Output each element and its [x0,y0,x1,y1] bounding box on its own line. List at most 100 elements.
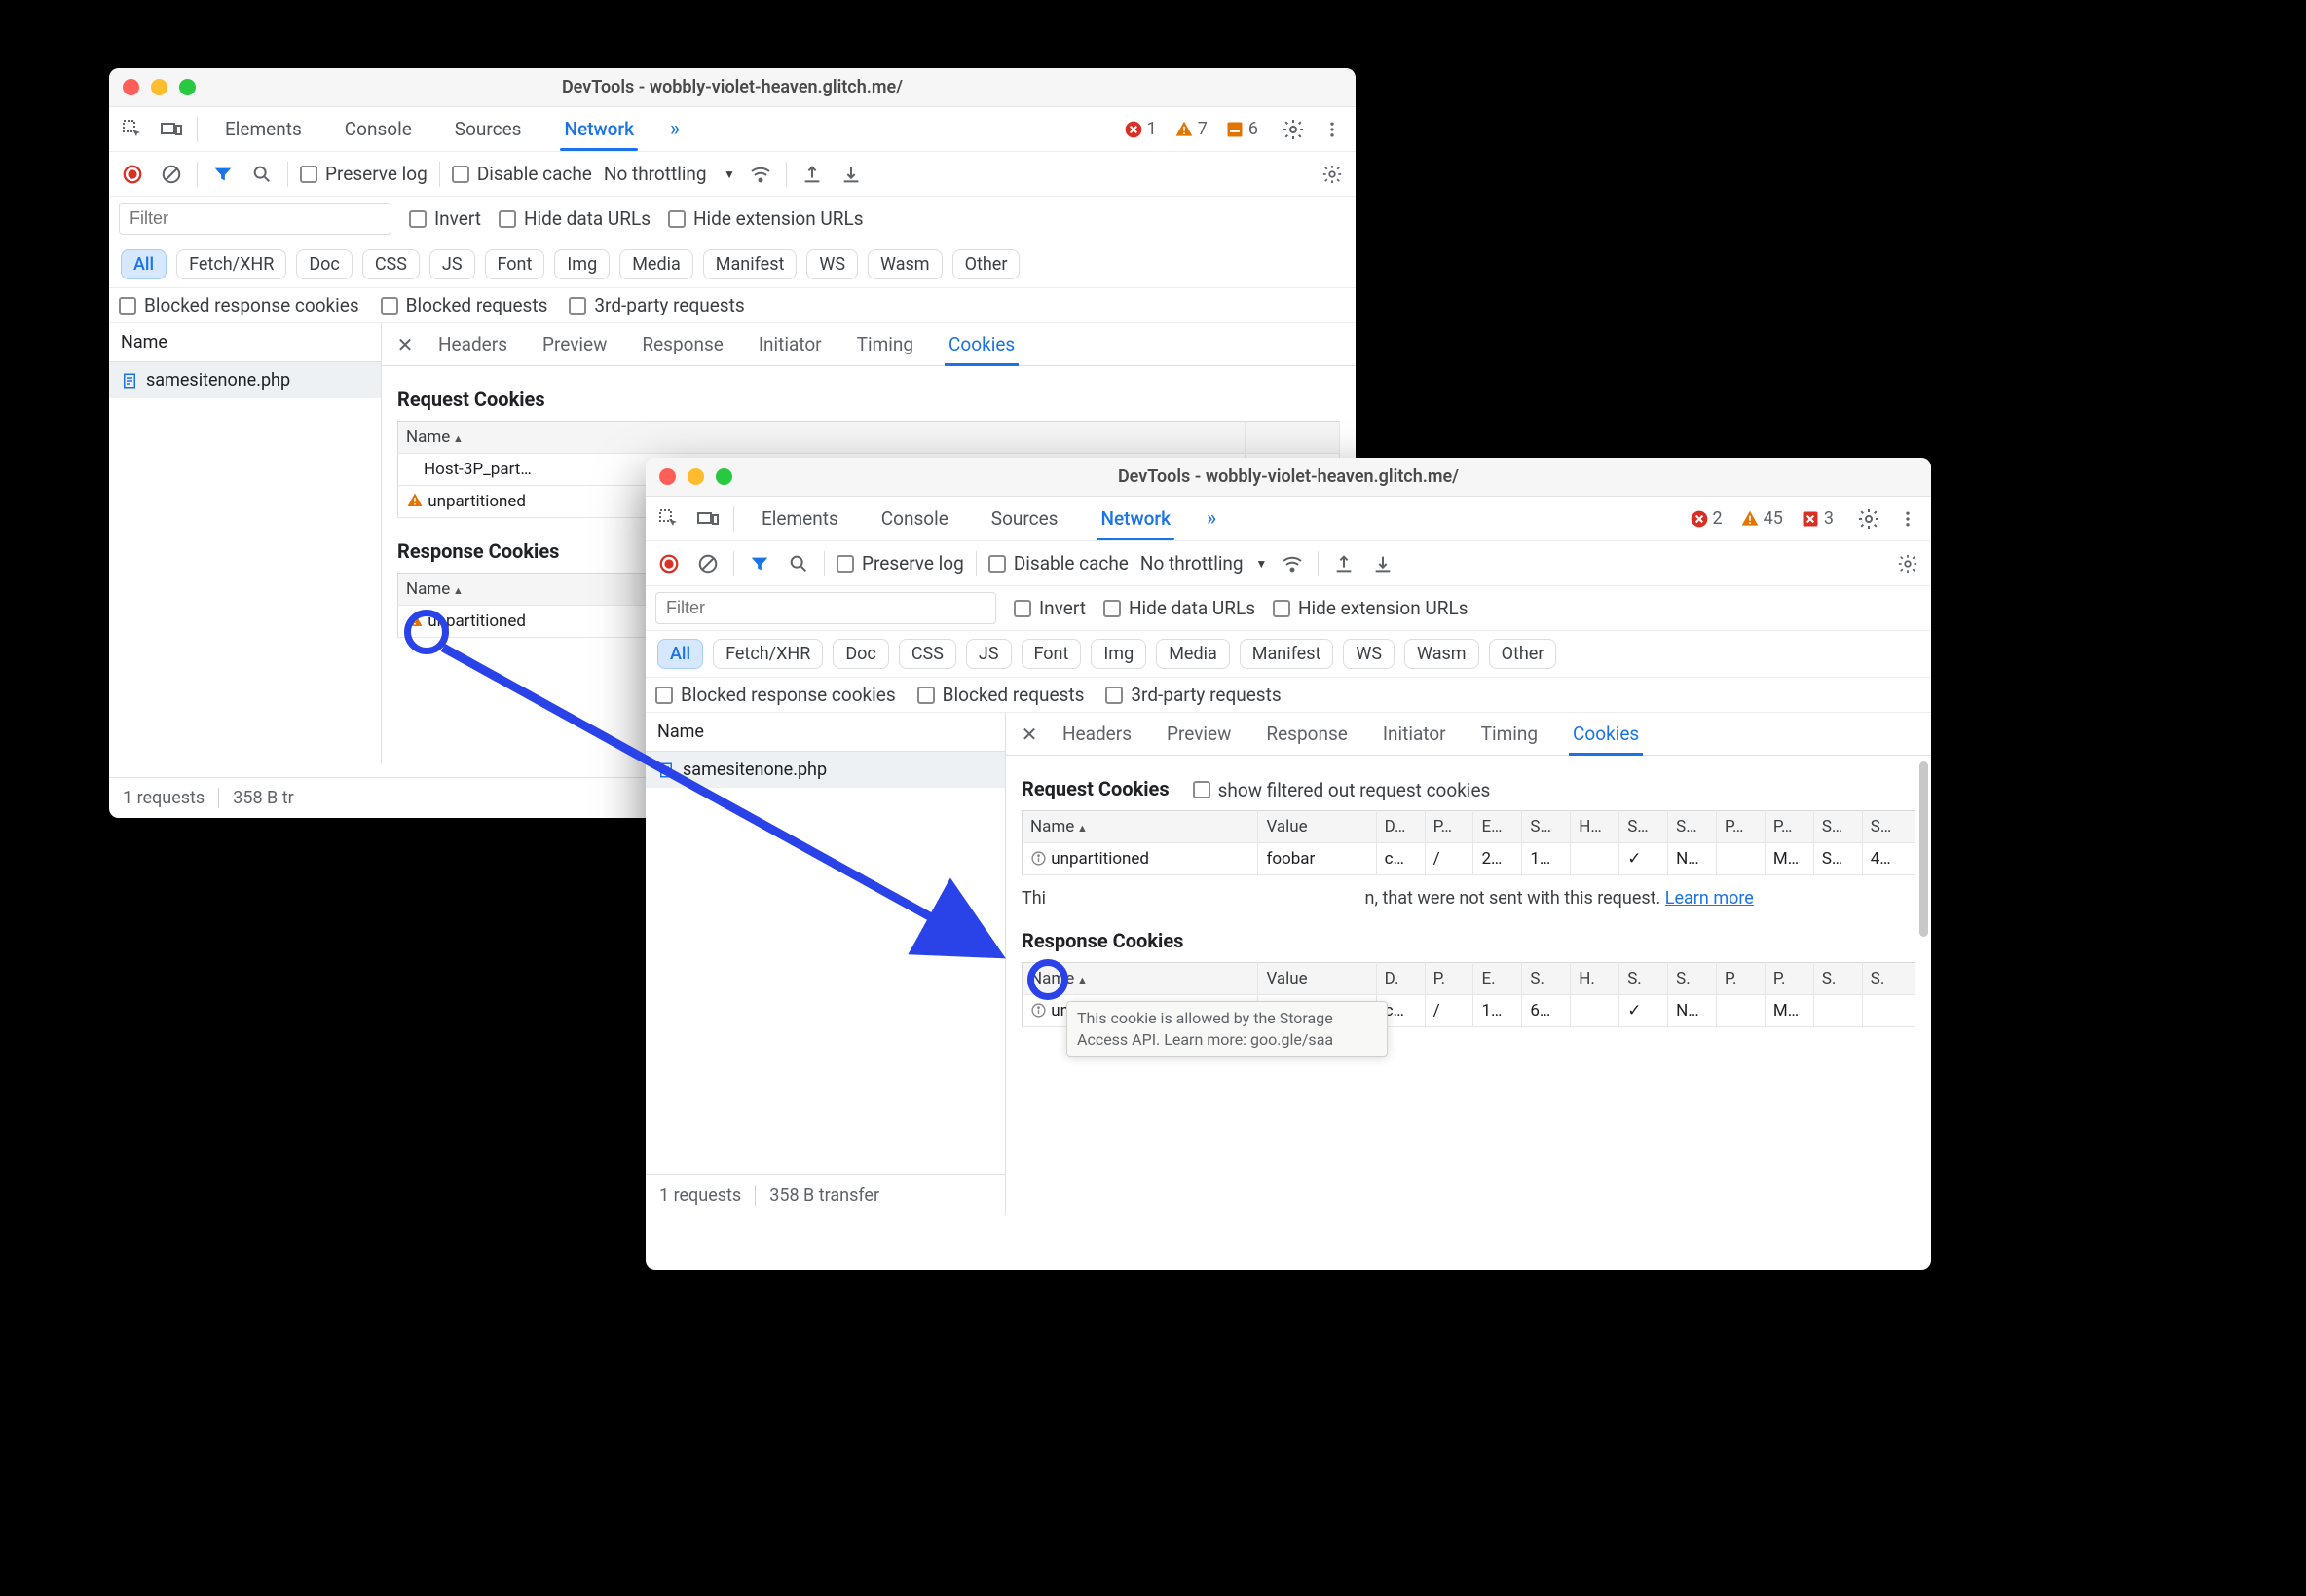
warning-badge[interactable]: 45 [1740,508,1783,529]
zoom-window-icon[interactable] [716,468,732,485]
hide-extension-urls-checkbox[interactable]: Hide extension URLs [1273,597,1469,619]
filter-icon[interactable] [746,550,773,577]
wifi-icon[interactable] [1279,550,1306,577]
pill-css[interactable]: CSS [362,249,420,279]
subtab-preview[interactable]: Preview [525,323,624,365]
request-row[interactable]: samesitenone.php [109,362,381,398]
pill-ws[interactable]: WS [806,249,858,279]
network-settings-icon[interactable] [1894,550,1921,577]
kebab-icon[interactable] [1319,116,1346,143]
tab-console[interactable]: Console [329,108,428,150]
clear-icon[interactable] [694,550,722,577]
pill-media[interactable]: Media [619,249,693,279]
filter-input[interactable] [119,203,391,235]
pill-manifest[interactable]: Manifest [703,249,798,279]
subtab-response[interactable]: Response [624,323,740,365]
show-filtered-checkbox[interactable]: show filtered out request cookies [1193,779,1491,801]
wifi-icon[interactable] [747,161,774,188]
col-name[interactable]: Name [398,422,1246,454]
settings-icon[interactable] [1855,505,1882,533]
issue-badge[interactable]: 6 [1225,119,1258,139]
hide-data-urls-checkbox[interactable]: Hide data URLs [499,207,651,230]
subtab-headers[interactable]: Headers [421,323,525,365]
pill-font[interactable]: Font [1022,639,1082,669]
disable-cache-checkbox[interactable]: Disable cache [452,163,592,185]
subtab-response[interactable]: Response [1248,713,1364,755]
pill-fetchxhr[interactable]: Fetch/XHR [713,639,823,669]
close-details-icon[interactable]: ✕ [1014,723,1045,746]
pill-js[interactable]: JS [429,249,475,279]
zoom-window-icon[interactable] [179,79,196,95]
inspect-icon[interactable] [655,505,683,533]
hide-extension-urls-checkbox[interactable]: Hide extension URLs [668,207,864,230]
device-toggle-icon[interactable] [158,116,185,143]
search-icon[interactable] [248,161,276,188]
invert-checkbox[interactable]: Invert [409,207,481,230]
pill-all[interactable]: All [121,249,167,279]
pill-doc[interactable]: Doc [833,639,889,669]
request-row[interactable]: samesitenone.php [646,752,1005,788]
upload-icon[interactable] [799,161,826,188]
filter-input[interactable] [655,592,996,624]
record-icon[interactable] [655,550,683,577]
name-column-header[interactable]: Name [109,323,381,362]
blocked-response-cookies-checkbox[interactable]: Blocked response cookies [119,294,359,316]
settings-icon[interactable] [1280,116,1307,143]
pill-wasm[interactable]: Wasm [1404,639,1479,669]
pill-ws[interactable]: WS [1343,639,1395,669]
subtab-initiator[interactable]: Initiator [1365,713,1464,755]
tab-elements[interactable]: Elements [746,498,854,539]
record-icon[interactable] [119,161,146,188]
issue-badge[interactable]: 3 [1801,508,1834,529]
blocked-response-cookies-checkbox[interactable]: Blocked response cookies [655,684,896,706]
more-tabs-icon[interactable]: » [1198,505,1225,533]
kebab-icon[interactable] [1894,505,1921,533]
invert-checkbox[interactable]: Invert [1014,597,1086,619]
pill-css[interactable]: CSS [899,639,956,669]
blocked-requests-checkbox[interactable]: Blocked requests [381,294,548,316]
error-badge[interactable]: 1 [1124,119,1157,139]
name-column-header[interactable]: Name [646,713,1005,752]
subtab-timing[interactable]: Timing [1464,713,1555,755]
pill-other[interactable]: Other [952,249,1021,279]
throttling-select[interactable]: No throttling ▼ [604,163,735,185]
tab-elements[interactable]: Elements [209,108,317,150]
disable-cache-checkbox[interactable]: Disable cache [988,552,1129,575]
pill-fetchxhr[interactable]: Fetch/XHR [176,249,286,279]
network-settings-icon[interactable] [1319,161,1346,188]
filter-icon[interactable] [209,161,237,188]
tab-sources[interactable]: Sources [976,498,1074,539]
preserve-log-checkbox[interactable]: Preserve log [300,163,428,185]
col-value[interactable]: Value [1258,811,1376,843]
pill-img[interactable]: Img [554,249,610,279]
pill-manifest[interactable]: Manifest [1240,639,1334,669]
download-icon[interactable] [1369,550,1396,577]
error-badge[interactable]: 2 [1690,508,1723,529]
warning-badge[interactable]: 7 [1174,119,1208,139]
minimize-window-icon[interactable] [151,79,167,95]
close-window-icon[interactable] [123,79,139,95]
tab-console[interactable]: Console [866,498,964,539]
tab-sources[interactable]: Sources [439,108,538,150]
close-window-icon[interactable] [659,468,676,485]
pill-all[interactable]: All [657,639,703,669]
subtab-preview[interactable]: Preview [1149,713,1248,755]
pill-other[interactable]: Other [1489,639,1557,669]
tab-network[interactable]: Network [548,108,650,150]
pill-img[interactable]: Img [1091,639,1146,669]
hide-data-urls-checkbox[interactable]: Hide data URLs [1103,597,1255,619]
blocked-requests-checkbox[interactable]: Blocked requests [917,684,1085,706]
subtab-timing[interactable]: Timing [839,323,931,365]
search-icon[interactable] [785,550,812,577]
pill-font[interactable]: Font [485,249,545,279]
subtab-cookies[interactable]: Cookies [931,323,1032,365]
learn-more-link[interactable]: Learn more [1665,888,1754,909]
subtab-initiator[interactable]: Initiator [741,323,839,365]
device-toggle-icon[interactable] [694,505,722,533]
pill-doc[interactable]: Doc [296,249,353,279]
more-tabs-icon[interactable]: » [661,116,688,143]
upload-icon[interactable] [1330,550,1358,577]
scrollbar[interactable] [1919,761,1928,937]
pill-media[interactable]: Media [1156,639,1230,669]
preserve-log-checkbox[interactable]: Preserve log [837,552,964,575]
